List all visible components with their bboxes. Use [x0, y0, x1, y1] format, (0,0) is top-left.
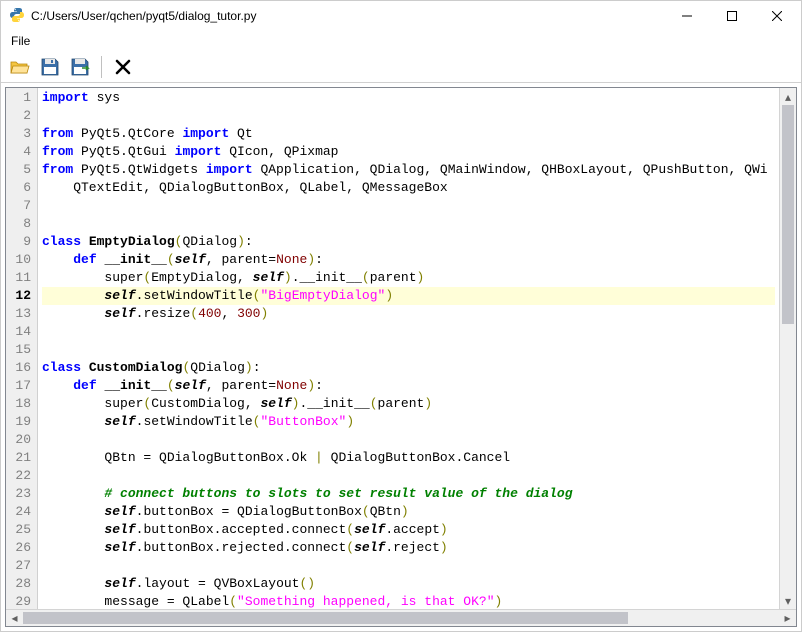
- line-number: 5: [8, 161, 31, 179]
- titlebar: C:/Users/User/qchen/pyqt5/dialog_tutor.p…: [1, 1, 801, 31]
- code-line[interactable]: self.setWindowTitle("BigEmptyDialog"): [42, 287, 775, 305]
- code-area[interactable]: import sys from PyQt5.QtCore import Qtfr…: [38, 88, 779, 609]
- horizontal-scrollbar[interactable]: ◂ ▸: [6, 609, 796, 626]
- python-icon: [9, 7, 25, 26]
- line-number: 17: [8, 377, 31, 395]
- line-number: 20: [8, 431, 31, 449]
- line-number: 2: [8, 107, 31, 125]
- line-number: 6: [8, 179, 31, 197]
- line-number: 22: [8, 467, 31, 485]
- close-button[interactable]: [754, 1, 799, 31]
- line-number: 1: [8, 89, 31, 107]
- vscroll-thumb[interactable]: [782, 105, 794, 324]
- code-line[interactable]: from PyQt5.QtGui import QIcon, QPixmap: [42, 143, 775, 161]
- scroll-down-arrow[interactable]: ▾: [780, 592, 796, 609]
- scroll-up-arrow[interactable]: ▴: [780, 88, 796, 105]
- line-number: 9: [8, 233, 31, 251]
- line-number: 7: [8, 197, 31, 215]
- scroll-right-arrow[interactable]: ▸: [779, 610, 796, 626]
- line-number: 4: [8, 143, 31, 161]
- editor-frame: 1234567891011121314151617181920212223242…: [5, 87, 797, 627]
- line-number: 25: [8, 521, 31, 539]
- vertical-scrollbar[interactable]: ▴ ▾: [779, 88, 796, 609]
- code-line[interactable]: self.setWindowTitle("ButtonBox"): [42, 413, 775, 431]
- line-number: 16: [8, 359, 31, 377]
- code-line[interactable]: message = QLabel("Something happened, is…: [42, 593, 775, 609]
- code-line[interactable]: class EmptyDialog(QDialog):: [42, 233, 775, 251]
- save-as-icon: [69, 56, 91, 78]
- code-line[interactable]: def __init__(self, parent=None):: [42, 377, 775, 395]
- code-line[interactable]: super(EmptyDialog, self).__init__(parent…: [42, 269, 775, 287]
- minimize-button[interactable]: [664, 1, 709, 31]
- code-line[interactable]: [42, 467, 775, 485]
- line-number: 28: [8, 575, 31, 593]
- save-as-button[interactable]: [67, 54, 93, 80]
- toolbar: [1, 51, 801, 83]
- code-line[interactable]: self.buttonBox.accepted.connect(self.acc…: [42, 521, 775, 539]
- editor[interactable]: 1234567891011121314151617181920212223242…: [6, 88, 796, 609]
- line-number: 10: [8, 251, 31, 269]
- code-line[interactable]: self.buttonBox = QDialogButtonBox(QBtn): [42, 503, 775, 521]
- hscroll-thumb[interactable]: [23, 612, 628, 624]
- open-button[interactable]: [7, 54, 33, 80]
- code-line[interactable]: import sys: [42, 89, 775, 107]
- code-line[interactable]: [42, 557, 775, 575]
- code-line[interactable]: [42, 341, 775, 359]
- code-line[interactable]: def __init__(self, parent=None):: [42, 251, 775, 269]
- code-line[interactable]: class CustomDialog(QDialog):: [42, 359, 775, 377]
- code-line[interactable]: from PyQt5.QtWidgets import QApplication…: [42, 161, 775, 179]
- line-number: 26: [8, 539, 31, 557]
- code-line[interactable]: # connect buttons to slots to set result…: [42, 485, 775, 503]
- line-number: 8: [8, 215, 31, 233]
- code-line[interactable]: super(CustomDialog, self).__init__(paren…: [42, 395, 775, 413]
- code-line[interactable]: [42, 197, 775, 215]
- hscroll-track[interactable]: [23, 610, 779, 626]
- code-line[interactable]: [42, 107, 775, 125]
- line-number: 27: [8, 557, 31, 575]
- line-number: 3: [8, 125, 31, 143]
- line-number-gutter: 1234567891011121314151617181920212223242…: [6, 88, 38, 609]
- code-line[interactable]: self.layout = QVBoxLayout(): [42, 575, 775, 593]
- line-number: 19: [8, 413, 31, 431]
- menu-file[interactable]: File: [5, 32, 36, 50]
- line-number: 14: [8, 323, 31, 341]
- window-controls: [664, 1, 799, 31]
- maximize-button[interactable]: [709, 1, 754, 31]
- open-folder-icon: [9, 56, 31, 78]
- line-number: 13: [8, 305, 31, 323]
- scroll-left-arrow[interactable]: ◂: [6, 610, 23, 626]
- line-number: 12: [8, 287, 31, 305]
- line-number: 24: [8, 503, 31, 521]
- code-line[interactable]: self.buttonBox.rejected.connect(self.rej…: [42, 539, 775, 557]
- line-number: 29: [8, 593, 31, 609]
- code-line[interactable]: [42, 215, 775, 233]
- line-number: 15: [8, 341, 31, 359]
- line-number: 21: [8, 449, 31, 467]
- toolbar-separator: [101, 56, 102, 78]
- clear-button[interactable]: [110, 54, 136, 80]
- vscroll-track[interactable]: [780, 105, 796, 592]
- code-line[interactable]: QBtn = QDialogButtonBox.Ok | QDialogButt…: [42, 449, 775, 467]
- clear-icon: [113, 57, 133, 77]
- code-line[interactable]: [42, 323, 775, 341]
- line-number: 11: [8, 269, 31, 287]
- save-button[interactable]: [37, 54, 63, 80]
- save-icon: [39, 56, 61, 78]
- code-line[interactable]: from PyQt5.QtCore import Qt: [42, 125, 775, 143]
- code-line[interactable]: QTextEdit, QDialogButtonBox, QLabel, QMe…: [42, 179, 775, 197]
- code-line[interactable]: self.resize(400, 300): [42, 305, 775, 323]
- code-line[interactable]: [42, 431, 775, 449]
- window-title: C:/Users/User/qchen/pyqt5/dialog_tutor.p…: [31, 9, 664, 23]
- line-number: 23: [8, 485, 31, 503]
- menubar: File: [1, 31, 801, 51]
- line-number: 18: [8, 395, 31, 413]
